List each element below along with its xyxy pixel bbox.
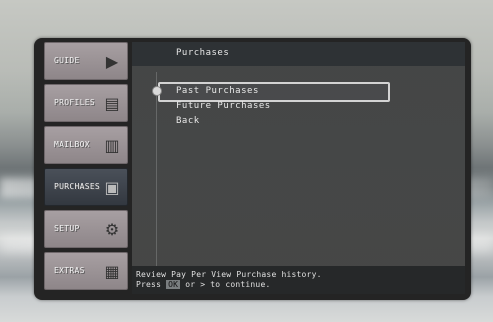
mailbox-icon: ▥ <box>104 135 120 155</box>
help-press: Press <box>136 280 162 289</box>
tab-label: EXTRAS <box>54 266 85 275</box>
help-text: Review Pay Per View Purchase history. Pr… <box>136 270 322 290</box>
tab-label: SETUP <box>54 224 80 233</box>
grid-icon: ▦ <box>104 261 120 281</box>
panel-divider <box>156 72 157 268</box>
tab-profiles[interactable]: PROFILES ▤ <box>44 84 128 122</box>
tab-guide[interactable]: GUIDE ▶ <box>44 42 128 80</box>
tab-mailbox[interactable]: MAILBOX ▥ <box>44 126 128 164</box>
tab-label: PURCHASES <box>54 182 101 191</box>
tab-label: GUIDE <box>54 56 80 65</box>
ok-key-badge: OK <box>166 280 181 289</box>
selection-bullet-icon <box>152 86 162 96</box>
tab-purchases[interactable]: PURCHASES ▣ <box>44 168 128 206</box>
menu-item-future-purchases[interactable]: Future Purchases <box>176 101 271 111</box>
purchases-panel <box>132 42 465 294</box>
panel-title: Purchases <box>176 48 230 58</box>
side-tabs: GUIDE ▶ PROFILES ▤ MAILBOX ▥ PURCHASES ▣… <box>44 42 132 296</box>
register-icon: ▣ <box>104 177 120 197</box>
gears-icon: ⚙ <box>104 219 120 239</box>
tab-extras[interactable]: EXTRAS ▦ <box>44 252 128 290</box>
help-line-2: Press OK or > to continue. <box>136 280 322 290</box>
tab-label: MAILBOX <box>54 140 90 149</box>
help-line-1: Review Pay Per View Purchase history. <box>136 270 322 279</box>
tab-setup[interactable]: SETUP ⚙ <box>44 210 128 248</box>
tab-label: PROFILES <box>54 98 95 107</box>
menu-item-back[interactable]: Back <box>176 116 200 126</box>
menu-item-past-purchases[interactable]: Past Purchases <box>176 86 259 96</box>
help-continue: or > to continue. <box>185 280 271 289</box>
notepad-icon: ▤ <box>104 93 120 113</box>
arrow-right-icon: ▶ <box>105 51 119 71</box>
